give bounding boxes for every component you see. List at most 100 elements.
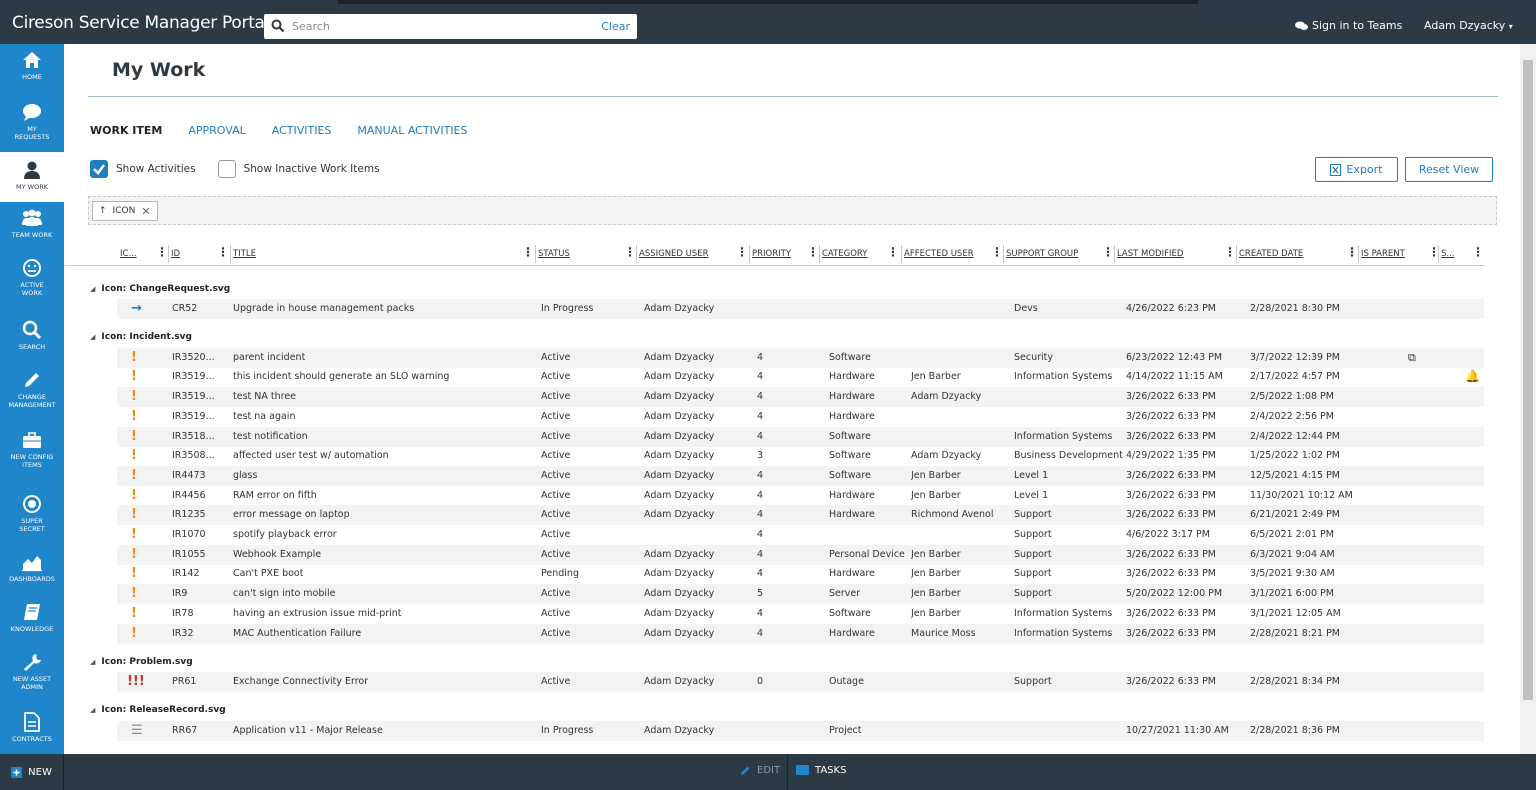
table-row[interactable]: ! IR3519... test na again Active Adam Dzyack… — [117, 407, 1484, 427]
column-header[interactable]: STATUS — [538, 249, 570, 259]
column-header[interactable]: IS PARENT — [1361, 249, 1405, 259]
group-header[interactable]: ◢ Icon: Problem.svg — [90, 653, 193, 670]
edit-button[interactable]: EDIT — [740, 765, 780, 776]
column-menu-icon[interactable]: ⋮ — [1224, 246, 1236, 258]
column-header[interactable]: S... — [1441, 249, 1455, 259]
table-row[interactable]: → CR52 Upgrade in house management packs In… — [117, 299, 1484, 319]
column-header[interactable]: PRIORITY — [752, 249, 791, 259]
column-header[interactable]: TITLE — [233, 249, 256, 259]
column-header[interactable]: CATEGORY — [822, 249, 867, 259]
tasks-button[interactable]: TASKS — [796, 765, 846, 776]
sidebar-item-super-secret[interactable]: SUPER SECRET — [0, 494, 64, 544]
column-separator[interactable] — [901, 245, 902, 263]
table-row[interactable]: ! IR142 Can't PXE boot Pending Adam Dzyacky 4… — [117, 564, 1484, 584]
search-box[interactable]: Search Clear — [264, 14, 637, 39]
column-menu-icon[interactable]: ⋮ — [1102, 246, 1114, 258]
app-title[interactable]: Cireson Service Manager Portal — [12, 13, 269, 33]
column-header[interactable]: LAST MODIFIED — [1117, 249, 1183, 259]
table-row[interactable]: ! IR1070 spotify playback error Active 4 Supp… — [117, 525, 1484, 545]
column-separator[interactable] — [168, 245, 169, 263]
table-row[interactable]: ! IR3518... test notification Active Adam Dz… — [117, 426, 1484, 447]
collapse-caret-icon[interactable]: ◢ — [90, 285, 95, 293]
show-activities-checkbox[interactable] — [90, 160, 108, 178]
table-row[interactable]: ! IR78 having an extrusion issue mid-print… — [117, 604, 1484, 624]
close-icon[interactable]: ✕ — [141, 205, 150, 218]
search-clear-button[interactable]: Clear — [601, 20, 630, 33]
sidebar-item-home[interactable]: HOME — [0, 50, 64, 100]
collapse-caret-icon[interactable]: ◢ — [90, 658, 95, 666]
column-separator[interactable] — [1438, 245, 1439, 263]
cell-category: Software — [829, 469, 871, 481]
scrollbar[interactable] — [1520, 44, 1536, 754]
table-row[interactable]: ! IR9 can't sign into mobile Active Adam Dzy… — [117, 584, 1484, 605]
column-separator[interactable] — [1236, 245, 1237, 263]
column-menu-icon[interactable]: ⋮ — [991, 246, 1003, 258]
column-separator[interactable] — [749, 245, 750, 263]
table-row[interactable]: ! IR4456 RAM error on fifth Active Adam Dzya… — [117, 486, 1484, 506]
tasks-label: TASKS — [815, 765, 847, 776]
column-menu-icon[interactable]: ⋮ — [522, 246, 534, 258]
column-menu-icon[interactable]: ⋮ — [736, 246, 748, 258]
sidebar-item-team-work[interactable]: TEAM WORK — [0, 208, 64, 258]
new-button[interactable]: NEW — [0, 754, 64, 790]
column-menu-icon[interactable]: ⋮ — [1346, 246, 1358, 258]
collapse-caret-icon[interactable]: ◢ — [90, 706, 95, 714]
column-header[interactable]: CREATED DATE — [1239, 249, 1303, 259]
table-row[interactable]: ! IR3519... test NA three Active Adam Dzyack… — [117, 387, 1484, 408]
show-inactive-checkbox[interactable] — [217, 160, 236, 178]
table-row[interactable]: ! IR1055 Webhook Example Active Adam Dzyacky… — [117, 544, 1484, 565]
sidebar-item-dashboards[interactable]: DASHBOARDS — [0, 552, 64, 602]
sidebar-item-new-config-items[interactable]: NEW CONFIG ITEMS — [0, 430, 64, 480]
table-row[interactable]: ! IR32 MAC Authentication Failure Active Ada… — [117, 623, 1484, 644]
table-row[interactable]: ! IR1235 error message on laptop Active Adam… — [117, 505, 1484, 526]
sidebar-item-knowledge[interactable]: KNOWLEDGE — [0, 602, 64, 652]
column-separator[interactable] — [535, 245, 536, 263]
column-separator[interactable] — [636, 245, 637, 263]
column-separator[interactable] — [1114, 245, 1115, 263]
group-header[interactable]: ◢ Icon: Incident.svg — [90, 329, 192, 346]
column-header[interactable]: ID — [171, 249, 180, 259]
scrollbar-thumb[interactable] — [1523, 60, 1533, 700]
table-row[interactable]: ☰ RR67 Application v11 - Major Release In P… — [117, 720, 1484, 741]
column-header[interactable]: AFFECTED USER — [904, 249, 974, 259]
sidebar-item-active-work[interactable]: ACTIVE WORK — [0, 258, 64, 308]
column-separator[interactable] — [819, 245, 820, 263]
table-row[interactable]: ! IR3519... this incident should generate … — [117, 367, 1484, 387]
sidebar-item-change-management[interactable]: CHANGE MANAGEMENT — [0, 370, 64, 420]
group-by-bar[interactable]: ↑ ICON ✕ — [88, 196, 1497, 225]
column-separator[interactable] — [230, 245, 231, 263]
sidebar-item-new-asset-admin[interactable]: NEW ASSET ADMIN — [0, 652, 64, 702]
sidebar-item-search[interactable]: SEARCH — [0, 320, 64, 370]
column-header[interactable]: ASSIGNED USER — [639, 249, 709, 259]
tab-activities[interactable]: ACTIVITIES — [272, 124, 332, 137]
cell-created: 11/30/2021 10:12 AM — [1250, 489, 1353, 501]
sidebar-item-my-requests[interactable]: MY REQUESTS — [0, 102, 64, 152]
group-header[interactable]: ◢ Icon: ReleaseRecord.svg — [90, 702, 226, 719]
table-row[interactable]: !!! PR61 Exchange Connectivity Error Active… — [117, 672, 1484, 693]
tab-manual-activities[interactable]: MANUAL ACTIVITIES — [357, 124, 467, 137]
tab-work-item[interactable]: WORK ITEM — [90, 124, 162, 137]
table-row[interactable]: ! IR3520... parent incident Active Adam Dzya… — [117, 347, 1484, 368]
group-header[interactable]: ◢ Icon: ChangeRequest.svg — [90, 280, 230, 297]
column-menu-icon[interactable]: ⋮ — [624, 246, 636, 258]
column-header[interactable]: SUPPORT GROUP — [1006, 249, 1078, 259]
column-separator[interactable] — [1358, 245, 1359, 263]
group-chip[interactable]: ↑ ICON ✕ — [92, 201, 158, 221]
table-row[interactable]: ! IR3508... affected user test w/ automati… — [117, 446, 1484, 466]
sidebar-item-my-work[interactable]: MY WORK — [0, 152, 64, 202]
collapse-caret-icon[interactable]: ◢ — [90, 333, 95, 341]
column-menu-icon[interactable]: ⋮ — [1472, 246, 1484, 258]
column-separator[interactable] — [1003, 245, 1004, 263]
column-menu-icon[interactable]: ⋮ — [807, 246, 819, 258]
export-button[interactable]: Export — [1315, 157, 1398, 182]
table-row[interactable]: ! IR4473 glass Active Adam Dzyacky 4 Software J… — [117, 465, 1484, 486]
search-input[interactable]: Search — [292, 20, 330, 33]
column-menu-icon[interactable]: ⋮ — [156, 246, 168, 258]
column-header[interactable]: IC... — [120, 249, 137, 259]
column-menu-icon[interactable]: ⋮ — [217, 246, 229, 258]
column-menu-icon[interactable]: ⋮ — [887, 246, 899, 258]
sign-in-teams-link[interactable]: Sign in to Teams — [1295, 19, 1402, 32]
user-menu[interactable]: Adam Dzyacky ▾ — [1424, 19, 1513, 32]
reset-view-button[interactable]: Reset View — [1405, 157, 1493, 182]
tab-approval[interactable]: APPROVAL — [188, 124, 245, 137]
